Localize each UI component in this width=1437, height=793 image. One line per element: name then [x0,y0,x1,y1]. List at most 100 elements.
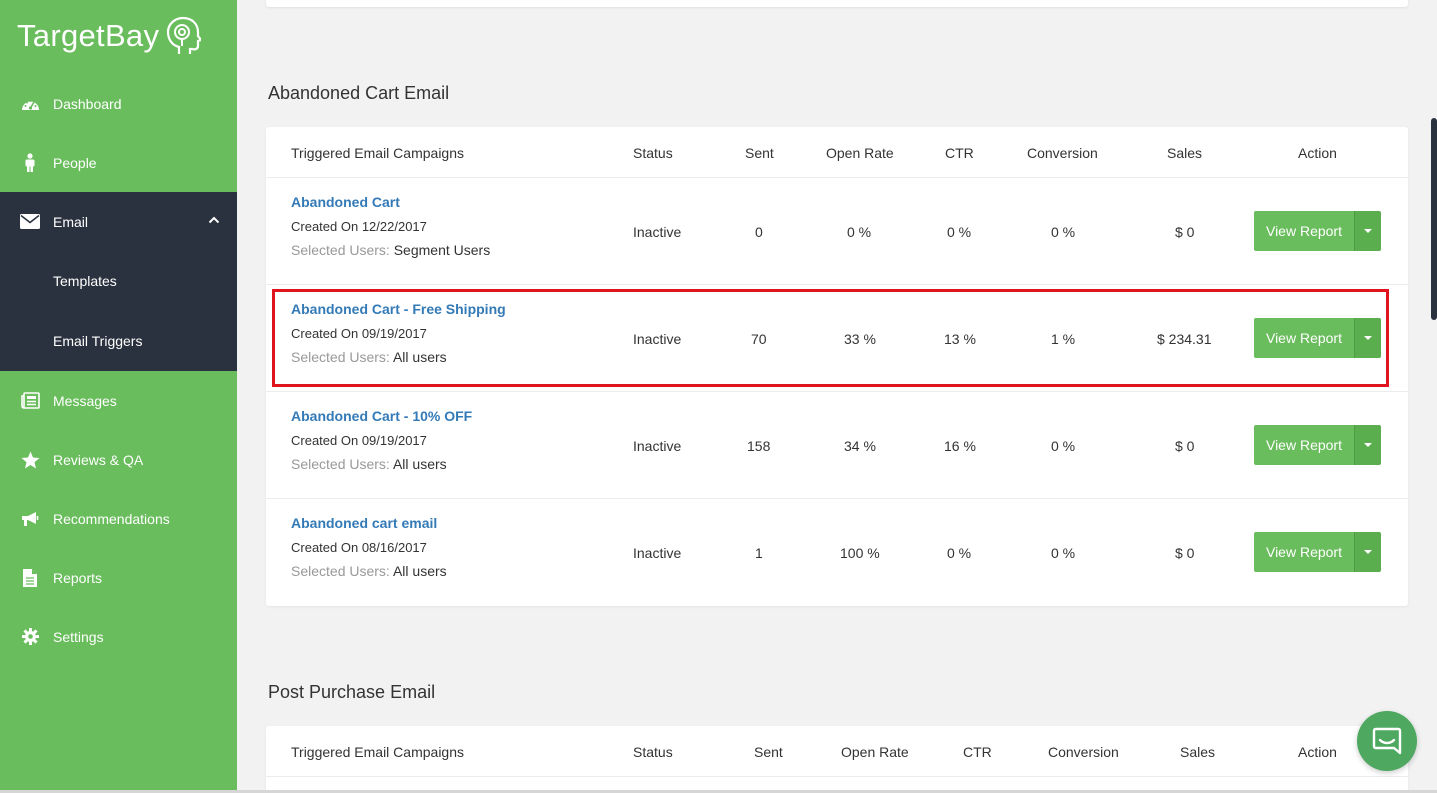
sales-cell: $ 0 [1175,437,1195,454]
sidebar-item-label: Messages [53,392,117,409]
selected-users-value: All users [392,349,447,365]
open-rate-cell: 34 % [844,437,876,454]
open-rate-cell: 33 % [844,330,876,347]
status-cell: Inactive [633,330,682,347]
caret-down-icon [1364,229,1372,233]
conversion-cell: 0 % [1051,437,1076,454]
table-row: Abandoned Cart - 10% OFF Created On 09/1… [266,392,1408,499]
conversion-cell: 0 % [1051,544,1076,561]
status-cell: Inactive [633,544,682,561]
newspaper-icon [20,391,40,411]
chat-icon [1372,727,1402,755]
header-conversion: Conversion [1027,144,1098,161]
sidebar-item-label: Dashboard [53,95,122,112]
submenu-label: Templates [53,273,117,289]
view-report-button[interactable]: View Report [1254,532,1354,572]
status-cell: Inactive [633,437,682,454]
logo[interactable]: TargetBay [17,14,202,58]
status-cell: Inactive [633,223,682,240]
campaign-name-link[interactable]: Abandoned cart email [291,515,447,531]
view-report-group: View Report [1254,532,1381,572]
sent-cell: 0 [755,223,763,240]
table-row: Abandoned Cart - Free Shipping Created O… [266,285,1408,392]
table-row: Abandoned Cart Created On 12/22/2017 Sel… [266,178,1408,285]
sidebar-item-dashboard[interactable]: Dashboard [0,74,237,133]
sales-cell: $ 0 [1175,223,1195,240]
table-header: Triggered Email Campaigns Status Sent Op… [266,127,1408,178]
view-report-button[interactable]: View Report [1254,318,1354,358]
caret-down-icon [1364,443,1372,447]
selected-users-label: Selected Users: [291,456,390,472]
header-action: Action [1298,743,1337,760]
view-report-button[interactable]: View Report [1254,211,1354,251]
chat-launcher-button[interactable] [1357,711,1417,771]
previous-section-card [266,0,1408,7]
sidebar-item-templates[interactable]: Templates [0,251,237,311]
selected-users: Selected Users: All users [291,349,506,365]
campaign-name-link[interactable]: Abandoned Cart - 10% OFF [291,408,472,424]
header-conversion: Conversion [1048,743,1119,760]
ctr-cell: 16 % [944,437,976,454]
view-report-button[interactable]: View Report [1254,425,1354,465]
gear-icon [20,627,40,647]
document-icon [20,568,40,588]
table-row: Abandoned cart email Created On 08/16/20… [266,499,1408,606]
email-submenu: Templates Email Triggers [0,251,237,371]
abandoned-section-title: Abandoned Cart Email [268,83,450,103]
sidebar-item-label: Reviews & QA [53,451,144,468]
header-sales: Sales [1180,743,1216,760]
campaign-name-link[interactable]: Abandoned Cart [291,194,490,210]
sidebar-item-settings[interactable]: Settings [0,607,237,666]
post-purchase-campaigns-table: Triggered Email Campaigns Status Sent Op… [266,726,1408,793]
envelope-icon [20,212,40,232]
sidebar-item-label: Email [53,213,89,230]
scrollbar-thumb[interactable] [1431,118,1437,320]
selected-users-label: Selected Users: [291,563,390,579]
header-open-rate: Open Rate [826,144,894,161]
sidebar-item-email-triggers[interactable]: Email Triggers [0,311,237,371]
view-report-group: View Report [1254,318,1381,358]
header-sent: Sent [754,743,783,760]
sidebar-item-reviews[interactable]: Reviews & QA [0,430,237,489]
report-dropdown-toggle[interactable] [1354,211,1381,251]
campaign-name-link[interactable]: Abandoned Cart - Free Shipping [291,301,506,317]
report-dropdown-toggle[interactable] [1354,532,1381,572]
sidebar-item-email[interactable]: Email [0,192,237,251]
brand-head-icon [167,16,202,54]
campaign-info: Abandoned Cart - 10% OFF Created On 09/1… [291,408,472,472]
header-ctr: CTR [963,743,992,760]
post-purchase-section-title: Post Purchase Email [268,682,436,702]
header-sales: Sales [1167,144,1203,161]
header-open-rate: Open Rate [841,743,909,760]
chevron-up-icon[interactable] [208,214,220,226]
table-header: Triggered Email Campaigns Status Sent Op… [266,726,1408,777]
view-report-group: View Report [1254,211,1381,251]
selected-users: Selected Users: All users [291,563,447,579]
sidebar-item-label: People [53,154,97,171]
sales-cell: $ 234.31 [1157,330,1212,347]
sidebar-item-people[interactable]: People [0,133,237,192]
sidebar: TargetBay Dashboard People Email Templat… [0,0,237,793]
created-on: Created On 09/19/2017 [291,326,427,341]
report-dropdown-toggle[interactable] [1354,425,1381,465]
selected-users-label: Selected Users: [291,349,390,365]
person-icon [20,153,40,173]
ctr-cell: 13 % [944,330,976,347]
sidebar-item-recommendations[interactable]: Recommendations [0,489,237,548]
created-on: Created On 09/19/2017 [291,433,427,448]
report-dropdown-toggle[interactable] [1354,318,1381,358]
header-action: Action [1298,144,1337,161]
abandoned-campaigns-table: Triggered Email Campaigns Status Sent Op… [266,127,1408,606]
open-rate-cell: 0 % [847,223,872,240]
dashboard-icon [20,94,40,114]
star-icon [20,450,40,470]
created-on: Created On 08/16/2017 [291,540,427,555]
sidebar-item-messages[interactable]: Messages [0,371,237,430]
selected-users: Selected Users: Segment Users [291,242,490,258]
sent-cell: 1 [755,544,763,561]
selected-users-value: Segment Users [393,242,491,258]
campaign-info: Abandoned cart email Created On 08/16/20… [291,515,447,579]
conversion-cell: 1 % [1051,330,1076,347]
sidebar-item-reports[interactable]: Reports [0,548,237,607]
created-on: Created On 12/22/2017 [291,219,427,234]
